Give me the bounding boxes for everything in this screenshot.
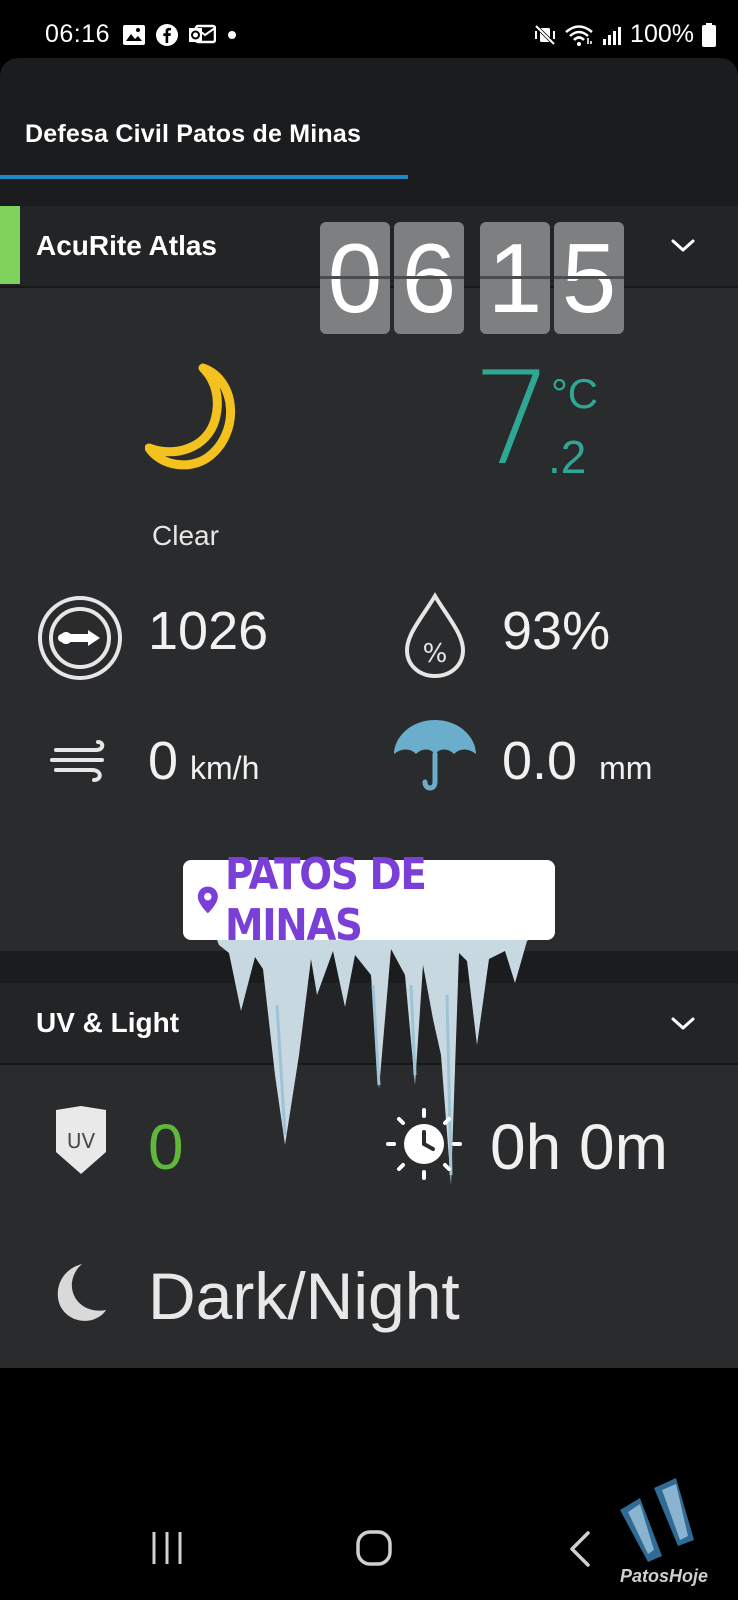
facebook-icon [156, 24, 178, 46]
notification-icons [122, 22, 239, 48]
weather-condition: Clear [152, 520, 219, 551]
temperature-unit: °C [551, 370, 599, 417]
rain-value: 0.0 [502, 731, 578, 791]
clock-digit: 5 [554, 222, 624, 334]
uv-badge-label: UV [67, 1129, 96, 1153]
dot-icon [228, 31, 236, 39]
uv-index-value: 0 [148, 1111, 184, 1183]
outlook-icon [189, 24, 216, 44]
home-icon[interactable] [354, 1528, 394, 1568]
barometer-icon [38, 596, 122, 680]
light-condition: Dark/Night [148, 1259, 460, 1333]
uv-light-title: UV & Light [36, 1007, 180, 1038]
gallery-icon [123, 25, 145, 45]
svg-text:%: % [423, 639, 448, 669]
humidity-value: 93% [502, 601, 611, 661]
wind-icon [50, 740, 105, 782]
humidity-drop-icon: % [404, 592, 466, 679]
wind-reading: 0 km/h [148, 730, 259, 792]
battery-icon [702, 22, 716, 47]
status-right: 100% [534, 20, 716, 49]
watermark: PatosHoje [620, 1566, 709, 1586]
vibrate-mute-icon [534, 24, 556, 45]
wind-value: 0 [148, 731, 179, 791]
clock-digit: 0 [320, 222, 390, 334]
umbrella-icon [394, 720, 476, 791]
battery-percent: 100% [630, 20, 694, 48]
back-icon[interactable] [568, 1530, 592, 1568]
pressure-value: 1026 [148, 601, 269, 661]
temperature-value: 7 [472, 345, 554, 494]
signal-icon [603, 26, 622, 45]
rain-unit: mm [599, 750, 653, 786]
station-status-marker [0, 206, 20, 284]
location-sticker: PATOS DE MINAS [183, 849, 555, 951]
temperature-decimal: .2 [548, 431, 587, 483]
chevron-down-icon[interactable] [670, 1016, 696, 1032]
recent-apps-icon[interactable] [150, 1530, 184, 1566]
clock-digit: 6 [394, 222, 464, 334]
station-name: AcuRite Atlas [36, 230, 218, 261]
clock-digit: 1 [480, 222, 550, 334]
wifi-icon [565, 24, 593, 46]
moon-icon [57, 1264, 106, 1321]
rain-reading: 0.0 mm [502, 730, 652, 792]
location-pin-icon [197, 886, 218, 914]
tab-station-group[interactable]: Defesa Civil Patos de Minas [25, 120, 361, 149]
location-name: PATOS DE MINAS [224, 849, 427, 951]
crescent-moon-icon [145, 363, 235, 470]
tab-indicator [0, 175, 408, 179]
icicles-sticker [215, 935, 535, 1185]
sun-clock-icon [386, 1108, 462, 1180]
wind-unit: km/h [190, 750, 260, 786]
flippers-logo-icon [620, 1478, 694, 1562]
chevron-down-icon[interactable] [670, 238, 696, 254]
daylight-duration: 0h 0m [490, 1111, 668, 1183]
status-time: 06:16 [45, 20, 111, 48]
uv-shield-icon: UV [56, 1106, 106, 1174]
